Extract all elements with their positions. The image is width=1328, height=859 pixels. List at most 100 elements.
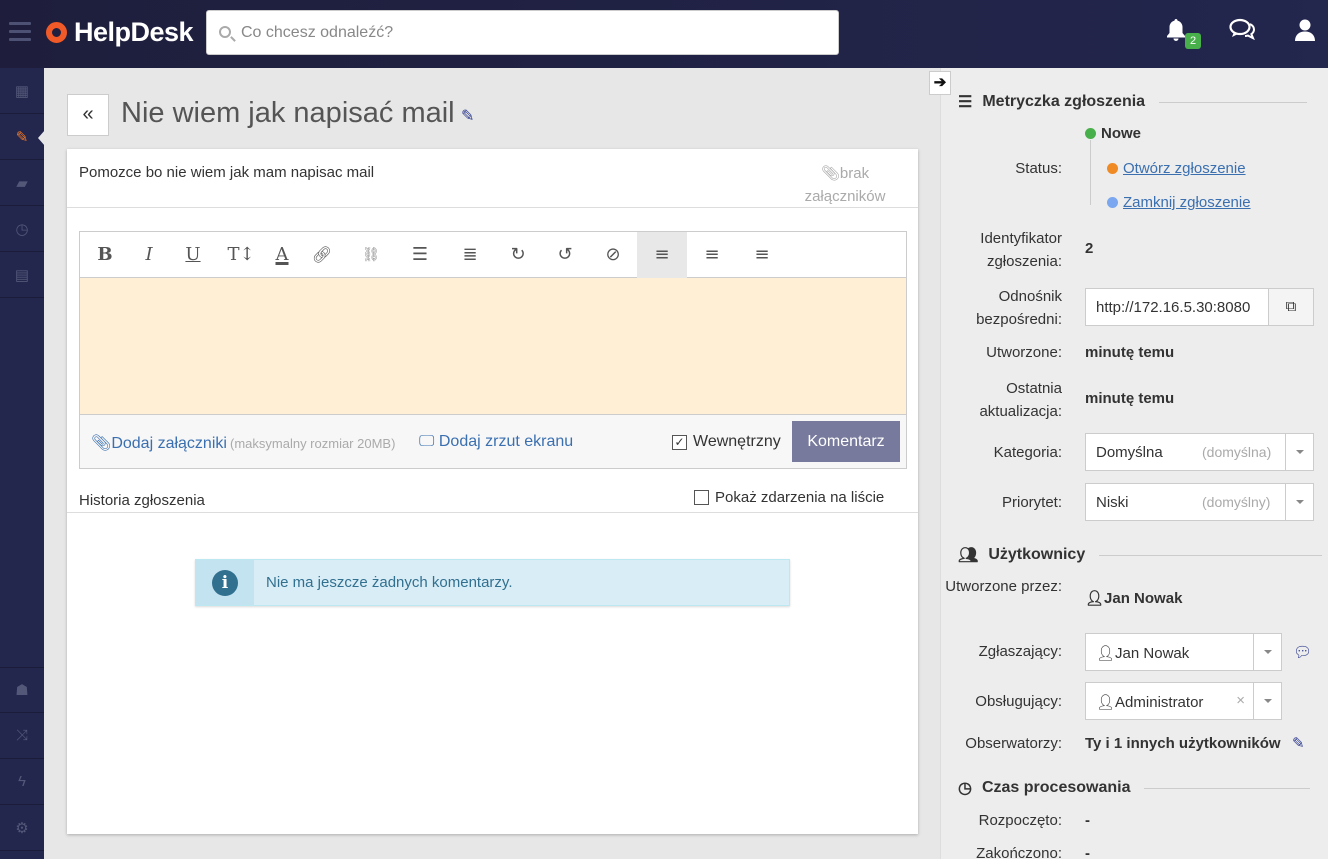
search-icon — [219, 26, 231, 38]
clear-format-button[interactable]: ⊘ — [588, 232, 638, 278]
chat-icon[interactable]: 💬︎ — [1293, 643, 1312, 661]
back-button[interactable]: « — [67, 94, 109, 136]
collapse-panel-button[interactable]: ➔ — [929, 71, 951, 95]
align-center-button[interactable]: ≡ — [687, 232, 737, 278]
reporter-select[interactable]: 👤︎Jan Nowak — [1085, 633, 1282, 671]
logo[interactable]: HelpDesk — [46, 16, 194, 47]
history-label: Historia zgłoszenia — [79, 492, 205, 509]
edit-title-icon[interactable]: ✎ — [461, 106, 474, 126]
id-label: Identyfikator zgłoszenia: — [980, 230, 1062, 270]
copy-icon[interactable]: ⧉ — [1268, 289, 1313, 325]
comment-editor: B I U T↕ A 🔗︎ ⛓ ☰ ≣ ↻ ↺ ⊘ ≡ ≡ ≡ 📎︎Dodaj … — [79, 231, 907, 469]
handler-select[interactable]: 👤︎Administrator × — [1085, 682, 1282, 720]
max-size-note: (maksymalny rozmiar 20MB) — [230, 436, 396, 451]
paperclip-icon: 📎︎ — [820, 165, 840, 182]
user-icon: 👤︎ — [1096, 645, 1116, 662]
notification-badge: 2 — [1185, 33, 1202, 49]
processing-heading: ◷ Czas procesowania — [958, 778, 1311, 798]
reporter-label: Zgłaszający: — [978, 643, 1062, 660]
chat-icon[interactable] — [1227, 18, 1257, 48]
comment-textarea[interactable] — [80, 278, 906, 415]
clear-icon[interactable]: × — [1236, 692, 1245, 709]
align-left-button[interactable]: ≡ — [637, 232, 687, 278]
editor-footer: 📎︎Dodaj załączniki (maksymalny rozmiar 2… — [80, 415, 906, 468]
dashboard-icon[interactable]: ▦ — [0, 68, 44, 114]
users-admin-icon[interactable]: ☗ — [0, 667, 44, 713]
metrics-heading: ☰ Metryczka zgłoszenia — [958, 92, 1308, 112]
alert-text: Nie ma jeszcze żadnych komentarzy. — [266, 574, 513, 591]
started-value: - — [1085, 812, 1090, 829]
chevron-down-icon[interactable] — [1253, 634, 1281, 670]
created-label: Utworzone: — [986, 344, 1062, 361]
undo-button[interactable]: ↺ — [540, 232, 590, 278]
created-by-value: 👤︎Jan Nowak — [1085, 590, 1183, 607]
search-box — [206, 10, 839, 55]
handler-label: Obsługujący: — [975, 693, 1062, 710]
knowledge-base-icon[interactable]: ▰ — [0, 160, 44, 206]
checkbox-checked[interactable]: ✓ — [672, 434, 687, 450]
clock-icon[interactable]: ◷ — [0, 206, 44, 252]
align-right-button[interactable]: ≡ — [737, 232, 787, 278]
add-screenshot-link[interactable]: 🖵︎ Dodaj zrzut ekranu — [419, 433, 573, 451]
unlink-button[interactable]: ⛓ — [346, 232, 396, 278]
users-icon: 👥︎ — [958, 547, 979, 564]
workflow-icon[interactable]: ⤨ — [0, 713, 44, 759]
no-attachments-label: 📎︎brak załączników — [804, 165, 886, 205]
updated-label: Ostatnia aktualizacja: — [979, 380, 1062, 420]
link-button[interactable]: 🔗︎ — [297, 232, 347, 278]
ended-value: - — [1085, 845, 1090, 859]
started-label: Rozpoczęto: — [978, 812, 1062, 829]
info-icon: i — [196, 560, 254, 605]
status-label: Status: — [1015, 160, 1062, 177]
link-label: Odnośnik bezpośredni: — [976, 288, 1062, 328]
created-by-label: Utworzone przez: — [945, 578, 1062, 595]
ticket-card: Pomozce bo nie wiem jak mam napisac mail… — [67, 149, 918, 834]
status-open-option[interactable]: Otwórz zgłoszenie — [1107, 160, 1246, 177]
status-tree-line — [1090, 140, 1091, 205]
user-icon[interactable] — [1290, 18, 1320, 48]
italic-button[interactable]: I — [124, 232, 174, 278]
underline-button[interactable]: U — [168, 232, 218, 278]
checkbox-unchecked[interactable] — [694, 490, 709, 505]
category-label: Kategoria: — [993, 444, 1062, 461]
bullet-list-button[interactable]: ☰ — [395, 232, 445, 278]
divider — [67, 512, 918, 513]
numbered-list-button[interactable]: ≣ — [445, 232, 495, 278]
ticket-description: Pomozce bo nie wiem jak mam napisac mail — [79, 164, 375, 181]
lifebuoy-icon — [46, 21, 67, 43]
observers-value: Ty i 1 innych użytkowników — [1085, 735, 1281, 752]
status-current: Nowe — [1085, 125, 1141, 142]
status-close-option[interactable]: Zamknij zgłoszenie — [1107, 194, 1251, 211]
search-input[interactable] — [241, 21, 821, 45]
ticket-title: Nie wiem jak napisać mail — [121, 97, 455, 129]
ended-label: Zakończono: — [976, 845, 1062, 859]
sidebar: ▦ ✎ ▰ ◷ ▤ ☗ ⤨ ϟ ⚙ — [0, 68, 45, 859]
edit-observers-icon[interactable]: ✎ — [1292, 734, 1305, 752]
comment-button[interactable]: Komentarz — [792, 421, 900, 462]
category-select[interactable]: Domyślna (domyślna) — [1085, 433, 1314, 471]
chevron-down-icon[interactable] — [1253, 683, 1281, 719]
server-icon: ☰ — [958, 94, 973, 111]
tickets-icon[interactable]: ✎ — [0, 114, 45, 160]
priority-label: Priorytet: — [1001, 494, 1062, 511]
bolt-icon[interactable]: ϟ — [0, 759, 44, 805]
chevron-down-icon[interactable] — [1285, 434, 1313, 470]
add-attachments-link[interactable]: 📎︎Dodaj załączniki — [91, 433, 227, 453]
chevron-down-icon[interactable] — [1285, 484, 1313, 520]
priority-select[interactable]: Niski (domyślny) — [1085, 483, 1314, 521]
settings-icon[interactable]: ⚙ — [0, 805, 44, 851]
clock-icon: ◷ — [958, 780, 972, 797]
divider — [67, 207, 918, 208]
user-icon: 👤︎ — [1085, 590, 1105, 607]
app-name: HelpDesk — [74, 16, 194, 47]
direct-link-field[interactable]: http://172.16.5.30:8080 ⧉ — [1085, 288, 1314, 326]
id-value: 2 — [1085, 240, 1094, 257]
empty-comments-alert: i Nie ma jeszcze żadnych komentarzy. — [195, 559, 790, 606]
internal-checkbox[interactable]: ✓ Wewnętrzny — [672, 433, 781, 451]
show-events-checkbox[interactable]: Pokaż zdarzenia na liście — [694, 489, 884, 506]
paperclip-icon: 📎︎ — [91, 435, 112, 452]
bold-button[interactable]: B — [80, 232, 130, 278]
reports-icon[interactable]: ▤ — [0, 252, 44, 298]
menu-icon[interactable] — [9, 22, 31, 42]
redo-button[interactable]: ↻ — [493, 232, 543, 278]
